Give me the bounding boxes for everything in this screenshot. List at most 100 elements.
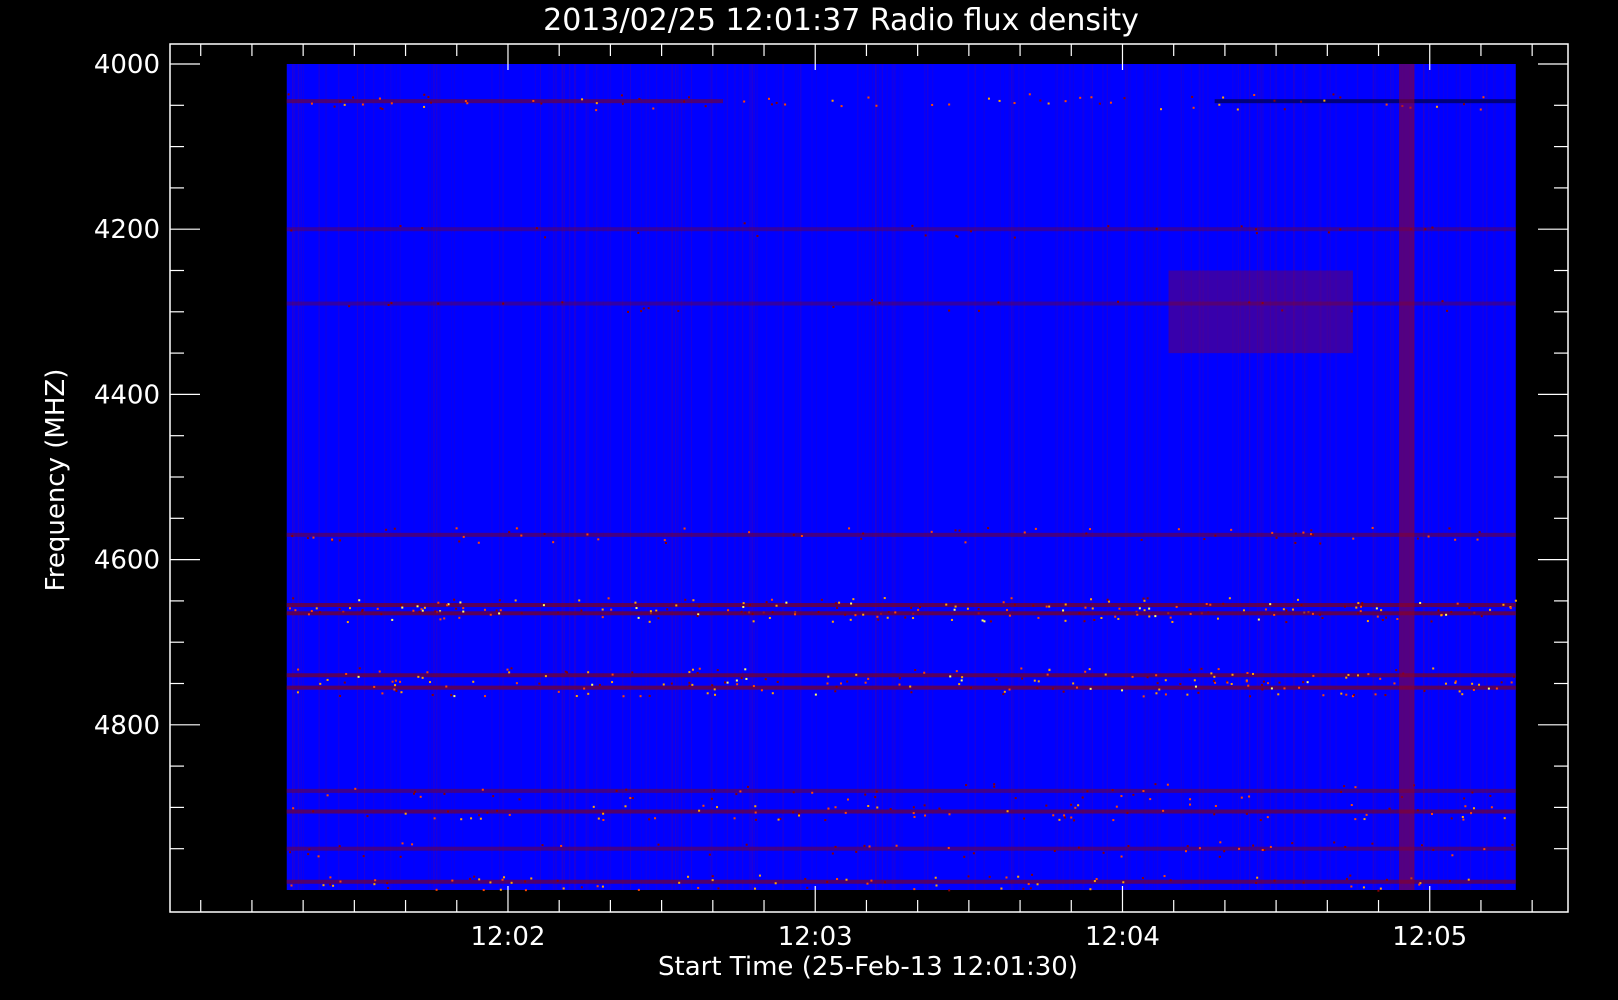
vertical-streak — [1012, 64, 1014, 890]
band-speckle — [1300, 100, 1303, 103]
vertical-streak — [1060, 64, 1062, 890]
band-speckle — [637, 616, 640, 619]
band-speckle — [798, 814, 801, 817]
band-speckle — [499, 888, 502, 891]
band-speckle — [849, 618, 852, 621]
vertical-streak — [1004, 64, 1006, 890]
band-speckle — [556, 879, 559, 882]
band-speckle — [1008, 614, 1011, 617]
band-speckle — [378, 97, 381, 100]
band-speckle — [717, 887, 720, 890]
band-speckle — [887, 611, 890, 614]
vertical-streak — [1275, 64, 1277, 890]
band-speckle — [423, 93, 426, 96]
band-speckle — [955, 670, 958, 673]
band-speckle — [1248, 795, 1251, 798]
vertical-streak — [1197, 64, 1199, 890]
vertical-streak — [881, 64, 883, 890]
band-speckle — [338, 608, 341, 611]
vertical-streak — [1216, 64, 1218, 890]
vertical-streak — [462, 64, 464, 890]
band-speckle — [697, 886, 700, 889]
band-speckle — [1189, 798, 1192, 801]
band-speckle — [395, 689, 398, 692]
vertical-streak — [894, 64, 896, 890]
band-speckle — [739, 790, 742, 793]
band-speckle — [1423, 689, 1426, 692]
burst-region — [1399, 64, 1415, 890]
band-speckle — [1039, 99, 1042, 102]
band-speckle — [343, 681, 346, 684]
band-speckle — [1371, 842, 1374, 845]
vertical-streak — [795, 64, 797, 890]
band-speckle — [1064, 603, 1067, 606]
band-speckle — [1219, 841, 1222, 844]
band-speckle — [1078, 612, 1081, 615]
band-speckle — [1343, 785, 1346, 788]
band-speckle — [287, 93, 290, 96]
band-speckle — [1008, 688, 1011, 691]
vertical-streak — [1274, 64, 1276, 890]
band-speckle — [948, 813, 951, 816]
band-speckle — [1045, 804, 1048, 807]
band-speckle — [924, 814, 927, 817]
band-speckle — [416, 605, 419, 608]
vertical-streak — [1304, 64, 1306, 890]
band-speckle — [592, 805, 595, 808]
band-speckle — [670, 682, 673, 685]
vertical-streak — [901, 64, 903, 890]
band-speckle — [688, 681, 691, 684]
band-speckle — [1184, 850, 1187, 853]
band-speckle — [930, 530, 933, 533]
band-speckle — [640, 310, 643, 313]
band-speckle — [315, 607, 318, 610]
vertical-streak — [1428, 64, 1430, 890]
vertical-streak — [724, 64, 726, 890]
vertical-streak — [974, 64, 976, 890]
band-speckle — [848, 527, 851, 530]
band-speckle — [423, 105, 426, 108]
vertical-streak — [610, 64, 612, 890]
band-speckle — [401, 842, 404, 845]
band-speckle — [333, 105, 336, 108]
band-speckle — [345, 672, 348, 675]
band-speckle — [462, 610, 465, 613]
vertical-streak — [1008, 64, 1010, 890]
band-speckle — [713, 688, 716, 691]
vertical-streak — [502, 64, 504, 890]
vertical-streak — [1126, 64, 1128, 890]
emission-band — [286, 673, 1516, 678]
band-speckle — [913, 815, 916, 818]
vertical-streak — [384, 64, 386, 890]
vertical-streak — [1069, 64, 1071, 890]
vertical-streak — [302, 64, 304, 890]
vertical-streak — [875, 64, 877, 890]
band-speckle — [348, 305, 351, 308]
band-speckle — [1347, 673, 1350, 676]
band-speckle — [958, 529, 961, 532]
band-speckle — [751, 612, 754, 615]
vertical-streak — [983, 64, 985, 890]
band-speckle — [867, 677, 870, 680]
vertical-streak — [1143, 64, 1145, 890]
band-speckle — [1070, 803, 1073, 806]
band-speckle — [1359, 605, 1362, 608]
band-speckle — [538, 682, 541, 685]
emission-band-dark — [1214, 99, 1516, 104]
vertical-streak — [1320, 64, 1322, 890]
vertical-streak — [413, 64, 415, 890]
band-speckle — [462, 607, 465, 610]
band-speckle — [1141, 876, 1144, 879]
band-speckle — [770, 103, 773, 106]
band-speckle — [1256, 876, 1259, 879]
band-speckle — [1345, 676, 1348, 679]
band-speckle — [836, 878, 839, 881]
band-speckle — [1093, 880, 1096, 883]
band-speckle — [385, 528, 388, 531]
band-speckle — [1014, 797, 1017, 800]
emission-band — [286, 99, 724, 104]
vertical-streak — [635, 64, 637, 890]
band-speckle — [748, 531, 751, 534]
band-speckle — [1240, 796, 1243, 799]
vertical-streak — [453, 64, 455, 890]
